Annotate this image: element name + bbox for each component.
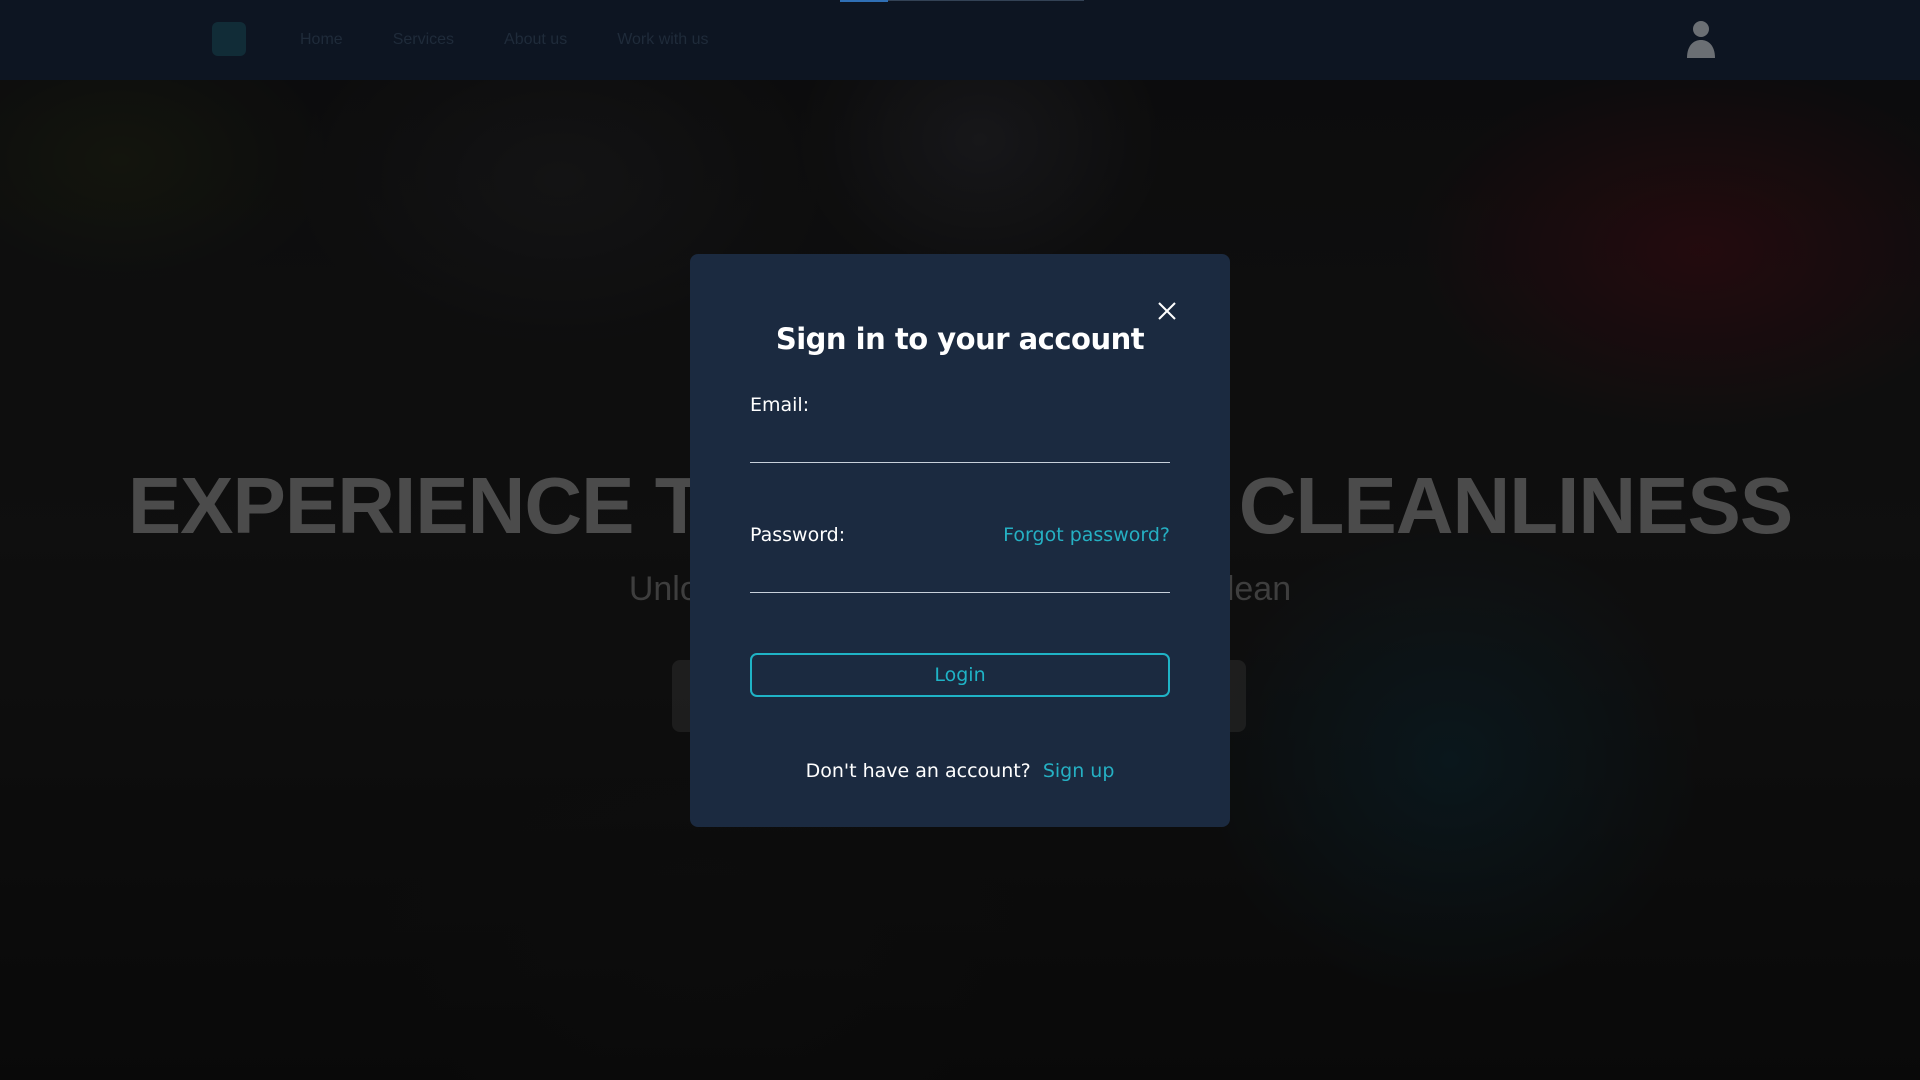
user-icon[interactable]	[1684, 18, 1718, 60]
nav-active-indicator	[840, 0, 888, 2]
no-account-text: Don't have an account?	[805, 760, 1031, 782]
page: EXPERIENCE THE ULTIMATE CLEANLINESS Unlo…	[0, 0, 1920, 1080]
logo[interactable]	[212, 22, 246, 56]
forgot-password-link[interactable]: Forgot password?	[1003, 524, 1170, 546]
sign-in-modal: Sign in to your account Email: Password:…	[690, 254, 1230, 827]
password-field[interactable]	[750, 558, 1170, 593]
nav-link-about-us[interactable]: About us	[504, 31, 567, 49]
sign-up-link[interactable]: Sign up	[1043, 760, 1115, 782]
login-button[interactable]: Login	[750, 653, 1170, 697]
nav-link-services[interactable]: Services	[393, 31, 454, 49]
modal-title: Sign in to your account	[775, 322, 1145, 356]
password-label: Password:	[750, 524, 846, 546]
nav-link-home[interactable]: Home	[300, 31, 343, 49]
email-label: Email:	[750, 394, 810, 416]
top-navbar: Home Services About us Work with us	[0, 0, 1920, 80]
nav-link-work-with-us[interactable]: Work with us	[617, 31, 708, 49]
nav-links: Home Services About us Work with us	[300, 0, 708, 80]
close-icon[interactable]	[1156, 300, 1178, 322]
email-field[interactable]	[750, 428, 1170, 463]
nav-divider	[888, 0, 1084, 1]
signup-row: Don't have an account? Sign up	[690, 760, 1230, 782]
